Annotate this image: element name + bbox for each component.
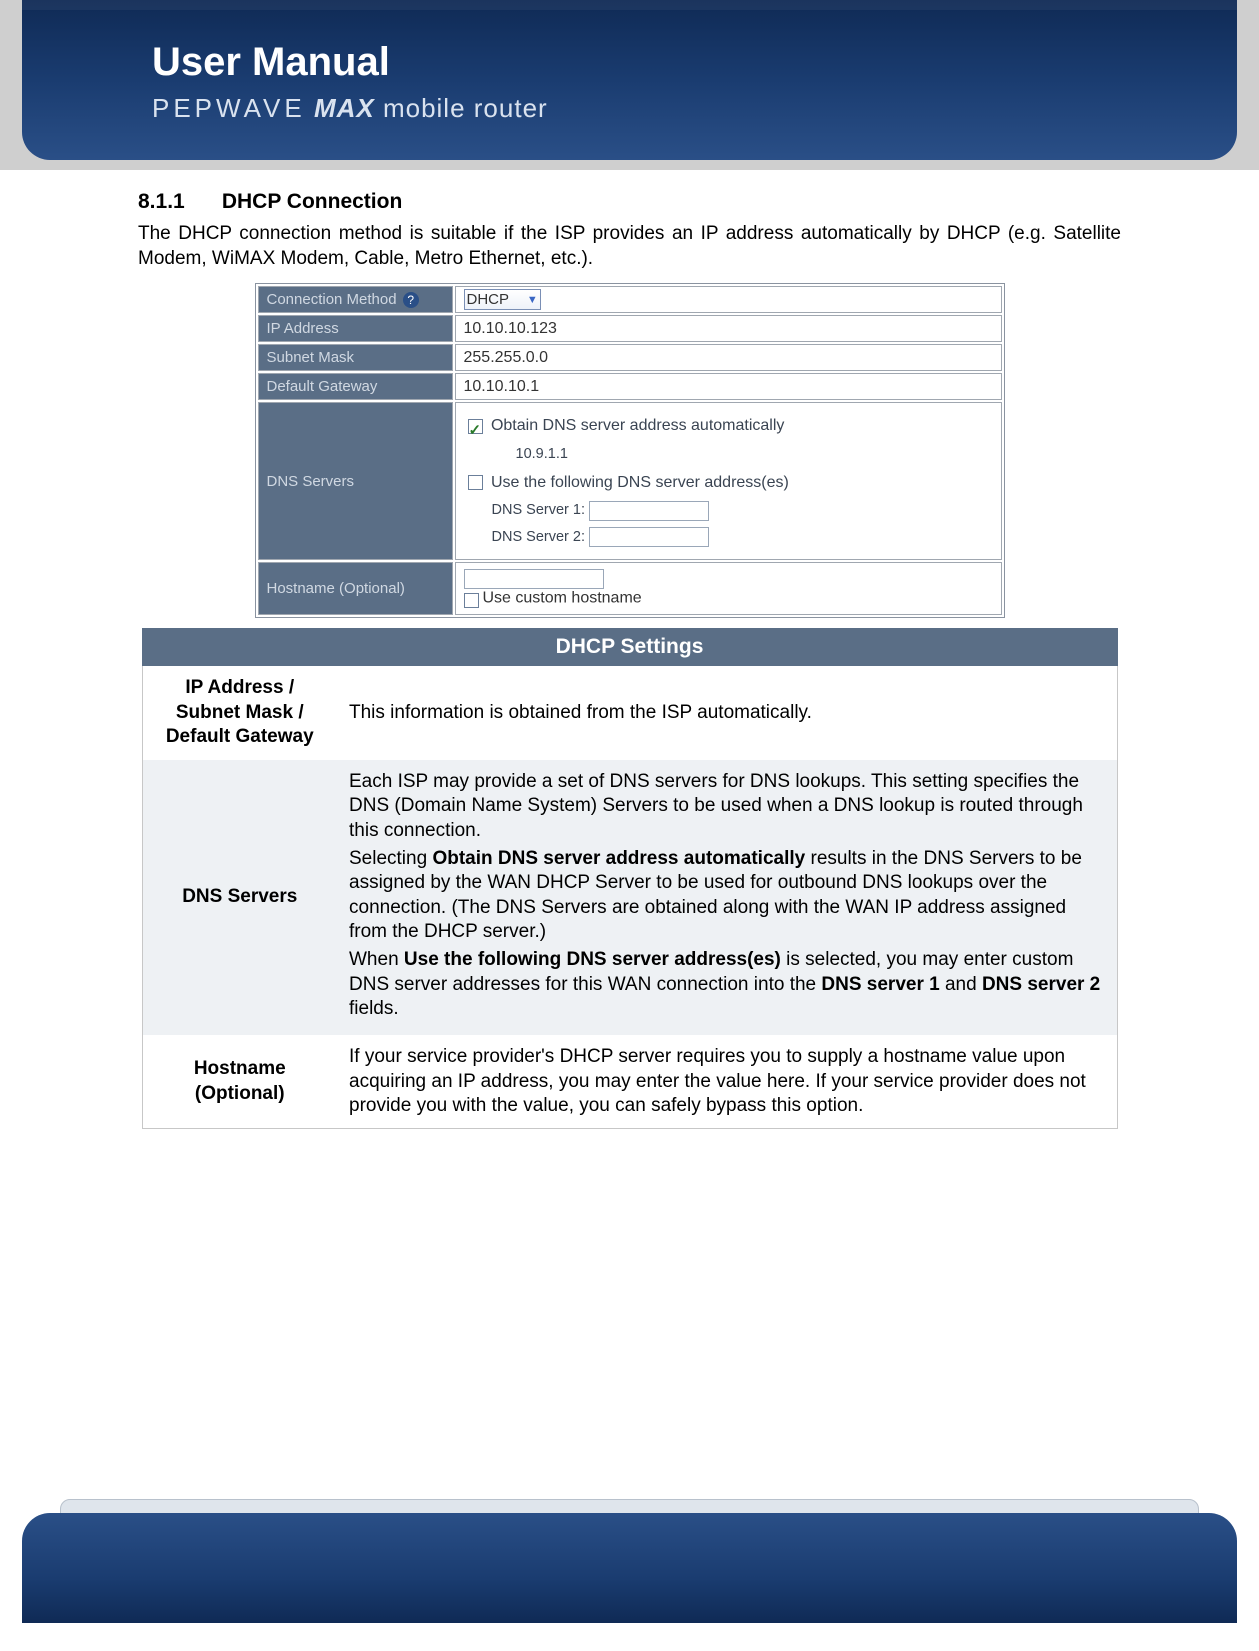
- row-desc-dns: Each ISP may provide a set of DNS server…: [337, 760, 1117, 1035]
- chevron-down-icon: ▼: [527, 294, 538, 306]
- ip-value: 10.10.10.123: [455, 315, 1002, 342]
- dns1-input[interactable]: [589, 501, 709, 521]
- conn-method-select[interactable]: DHCP ▼: [464, 289, 541, 310]
- hostname-checkbox[interactable]: [464, 593, 479, 608]
- row-label-hostname: Hostname (Optional): [142, 1035, 337, 1128]
- brand-name: PEPWAVE: [152, 93, 306, 123]
- section-heading: 8.1.1 DHCP Connection: [138, 190, 1139, 214]
- product-name: MAX: [314, 93, 375, 123]
- row-desc-hostname: If your service provider's DHCP server r…: [337, 1035, 1117, 1128]
- row-desc-ip: This information is obtained from the IS…: [337, 666, 1117, 761]
- footer-band: [22, 1513, 1237, 1623]
- hostname-label: Hostname (Optional): [258, 562, 453, 615]
- dns-auto-value: 10.9.1.1: [516, 441, 993, 468]
- section-intro: The DHCP connection method is suitable i…: [138, 222, 1121, 271]
- dns-manual-checkbox[interactable]: [468, 475, 483, 490]
- mask-label: Subnet Mask: [258, 344, 453, 371]
- ip-label: IP Address: [258, 315, 453, 342]
- header-band: User Manual PEPWAVE MAX mobile router: [22, 0, 1237, 160]
- hostname-input[interactable]: [464, 569, 604, 589]
- doc-subtitle: PEPWAVE MAX mobile router: [152, 93, 548, 124]
- dns-label: DNS Servers: [258, 402, 453, 560]
- settings-table-header: DHCP Settings: [142, 629, 1117, 666]
- doc-title: User Manual: [152, 40, 548, 85]
- row-label-dns: DNS Servers: [142, 760, 337, 1035]
- row-label-ip: IP Address / Subnet Mask / Default Gatew…: [142, 666, 337, 761]
- dns2-label: DNS Server 2:: [492, 529, 585, 545]
- gw-value: 10.10.10.1: [455, 373, 1002, 400]
- gw-label: Default Gateway: [258, 373, 453, 400]
- settings-table: DHCP Settings IP Address / Subnet Mask /…: [142, 628, 1118, 1129]
- mask-value: 255.255.0.0: [455, 344, 1002, 371]
- tagline: mobile router: [383, 93, 548, 123]
- dns2-input[interactable]: [589, 527, 709, 547]
- dns-auto-checkbox[interactable]: [468, 419, 483, 434]
- section-title: DHCP Connection: [222, 190, 402, 213]
- hostname-cb-label: Use custom hostname: [483, 590, 642, 607]
- section-number: 8.1.1: [138, 190, 216, 214]
- dns-auto-label: Obtain DNS server address automatically: [491, 417, 784, 434]
- help-icon[interactable]: ?: [403, 292, 419, 308]
- conn-method-label: Connection Method ?: [258, 286, 453, 313]
- config-panel: Connection Method ? DHCP ▼ IP Address 10…: [255, 283, 1005, 618]
- dns1-label: DNS Server 1:: [492, 502, 585, 518]
- dns-manual-label: Use the following DNS server address(es): [491, 474, 789, 491]
